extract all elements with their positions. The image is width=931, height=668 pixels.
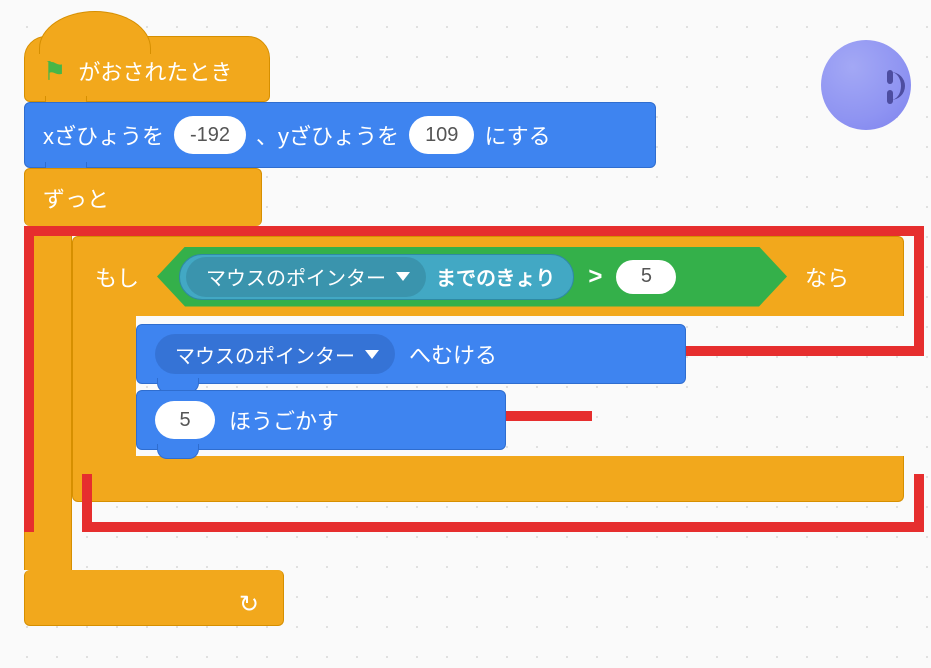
goto-mid-label: 、yざひょうを <box>256 119 399 151</box>
goto-x-input[interactable]: -192 <box>174 116 246 154</box>
chevron-down-icon <box>365 350 379 359</box>
point-towards-block[interactable]: マウスのポインター へむける <box>136 324 686 384</box>
move-steps-input[interactable]: 5 <box>155 401 215 439</box>
operator-right-input[interactable]: 5 <box>616 260 676 294</box>
goto-y-input[interactable]: 109 <box>409 116 474 154</box>
forever-block-top[interactable]: ずっと <box>24 168 262 226</box>
goto-xy-block[interactable]: xざひょうを -192 、yざひょうを 109 にする <box>24 102 656 168</box>
distance-to-reporter[interactable]: マウスのポインター までのきょり <box>179 254 574 300</box>
hat-label: がおされたとき <box>78 55 232 87</box>
point-towards-suffix: へむける <box>409 338 497 370</box>
greater-than-operator[interactable]: マウスのポインター までのきょり > 5 <box>157 247 787 307</box>
point-towards-dropdown[interactable]: マウスのポインター <box>155 334 395 374</box>
move-steps-suffix: ほうごかす <box>229 404 339 436</box>
operator-gt-label: > <box>588 263 602 291</box>
goto-x-label: xざひょうを <box>43 119 164 151</box>
distance-to-dropdown-label: マウスのポインター <box>206 262 386 291</box>
move-steps-block[interactable]: 5 ほうごかす <box>136 390 506 450</box>
point-towards-dropdown-label: マウスのポインター <box>175 340 355 369</box>
when-flag-clicked-block[interactable]: ⚑ がおされたとき <box>24 36 270 102</box>
distance-to-dropdown[interactable]: マウスのポインター <box>186 257 426 297</box>
goto-after-label: にする <box>484 119 550 151</box>
forever-block-bottom[interactable]: ↻ <box>24 570 284 626</box>
green-flag-icon: ⚑ <box>43 56 66 87</box>
chevron-down-icon <box>396 272 410 281</box>
distance-to-suffix: までのきょり <box>436 262 555 291</box>
script-stack[interactable]: ⚑ がおされたとき xざひょうを -192 、yざひょうを 109 にする ずっ… <box>24 36 904 626</box>
forever-label: ずっと <box>43 182 109 214</box>
highlight-frame-bottom <box>82 474 924 532</box>
loop-arrow-icon: ↻ <box>239 590 259 619</box>
